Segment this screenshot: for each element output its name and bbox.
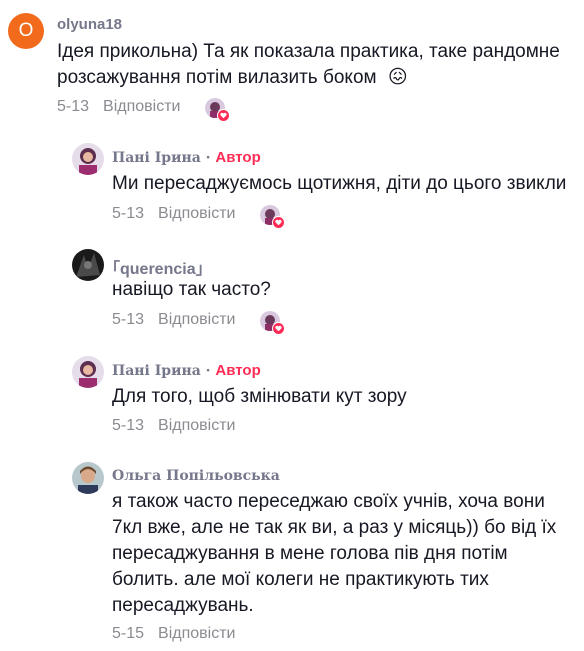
reply-button[interactable]: Відповісти <box>158 205 235 222</box>
comment-date: 5-13 <box>112 205 145 222</box>
comment-username[interactable]: ｢querencia｣ <box>112 255 204 279</box>
separator: · <box>205 363 211 379</box>
comment-text-line: пересаджування в мене голова пів дня пот… <box>112 543 508 564</box>
comment-text-line: Ідея прикольна) Та як показала практика,… <box>57 41 560 62</box>
comment-text: Ми пересаджуємось щотижня, діти до цього… <box>112 173 567 194</box>
author-liked-indicator <box>260 311 285 335</box>
comment-text: Для того, щоб змінювати кут зору <box>112 386 407 407</box>
comment-text-line: болить. але мої колеги не практикують ти… <box>112 569 489 590</box>
reply-button[interactable]: Відповісти <box>158 625 235 642</box>
comment-username: Пані Ірина · Автор <box>112 362 261 379</box>
comment-date: 5-15 <box>112 625 145 642</box>
heart-icon <box>272 216 285 229</box>
comment-date: 5-13 <box>112 311 145 328</box>
woozy-face-emoji: 😖 <box>387 67 408 88</box>
avatar[interactable] <box>72 143 104 175</box>
comment-text-line: я також часто переседжаю своїх учнів, хо… <box>112 491 545 512</box>
avatar[interactable] <box>72 356 104 388</box>
username-link[interactable]: Пані Ірина <box>112 150 201 166</box>
reply-button[interactable]: Відповісти <box>158 417 235 434</box>
comment-text: я також часто переседжаю своїх учнів, хо… <box>112 489 572 619</box>
avatar[interactable] <box>72 249 104 281</box>
comment-username[interactable]: olyuna18 <box>57 16 122 33</box>
separator: · <box>205 150 211 166</box>
comment-meta: 5-15 Відповісти <box>112 625 235 643</box>
comment-text-line: 7кл вже, але не так як ви, а раз у місяц… <box>112 517 557 538</box>
comment-text: навіщо так часто? <box>112 279 271 300</box>
comment-text-segment: розсажування потім вилазить боком <box>57 67 377 88</box>
comment-date: 5-13 <box>57 98 90 115</box>
heart-icon <box>217 109 230 122</box>
username-link[interactable]: Пані Ірина <box>112 363 201 379</box>
comment-text-line: пересаджувань. <box>112 595 254 616</box>
comment-meta: 5-13 Відповісти <box>57 98 180 116</box>
comment-meta: 5-13 Відповісти <box>112 417 235 435</box>
avatar[interactable]: O <box>8 13 44 49</box>
comment-meta: 5-13 Відповісти <box>112 311 235 329</box>
comment-username: Пані Ірина · Автор <box>112 149 261 166</box>
author-liked-indicator <box>260 205 285 229</box>
comment-username[interactable]: Ольга Попільовська <box>112 468 280 484</box>
avatar[interactable] <box>72 462 104 494</box>
author-badge: Автор <box>215 149 261 166</box>
author-liked-indicator <box>205 98 230 122</box>
comment-text-line: розсажування потім вилазить боком 😖 <box>57 65 577 91</box>
comment-text: Ідея прикольна) Та як показала практика,… <box>57 39 577 91</box>
comment-date: 5-13 <box>112 417 145 434</box>
comment-meta: 5-13 Відповісти <box>112 205 235 223</box>
avatar-letter: O <box>18 20 34 41</box>
reply-button[interactable]: Відповісти <box>158 311 235 328</box>
heart-icon <box>272 322 285 335</box>
author-badge: Автор <box>215 362 261 379</box>
reply-button[interactable]: Відповісти <box>103 98 180 115</box>
